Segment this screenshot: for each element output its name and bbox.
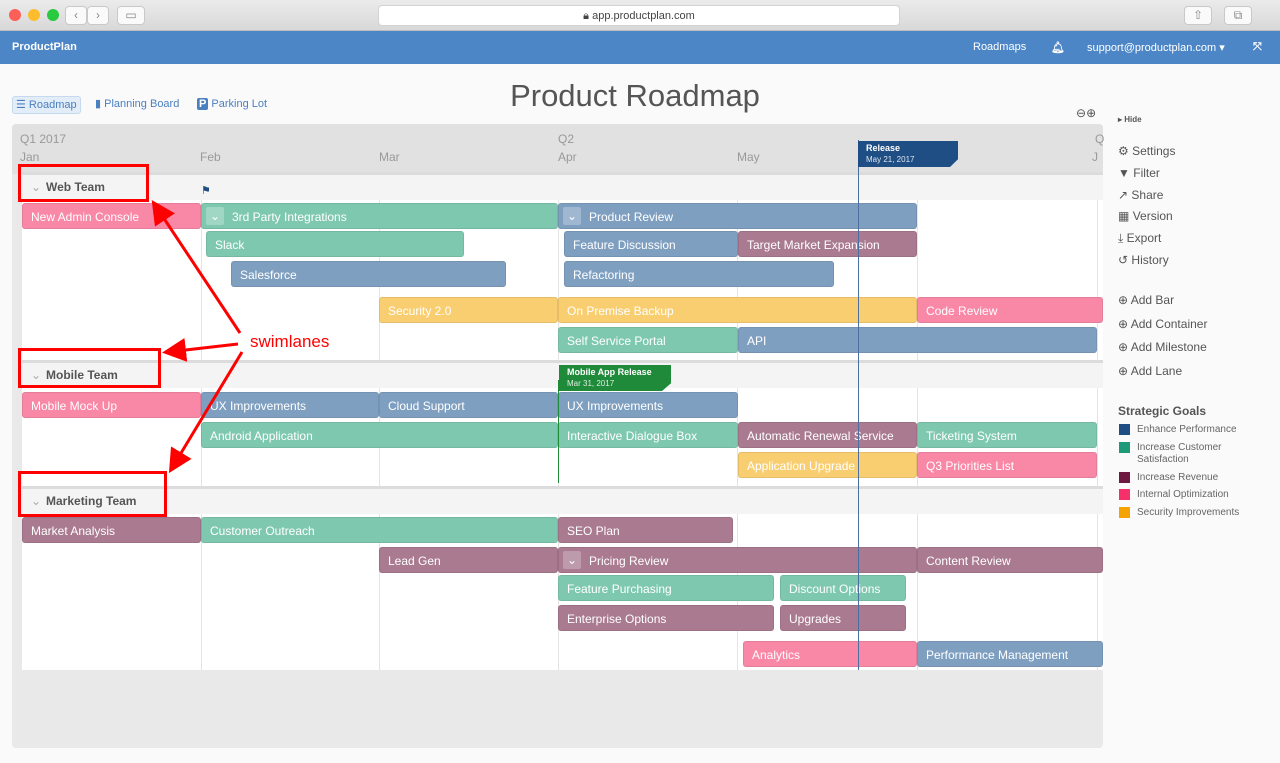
annotation-label: swimlanes (250, 332, 330, 351)
annotation-arrows (151, 200, 244, 474)
